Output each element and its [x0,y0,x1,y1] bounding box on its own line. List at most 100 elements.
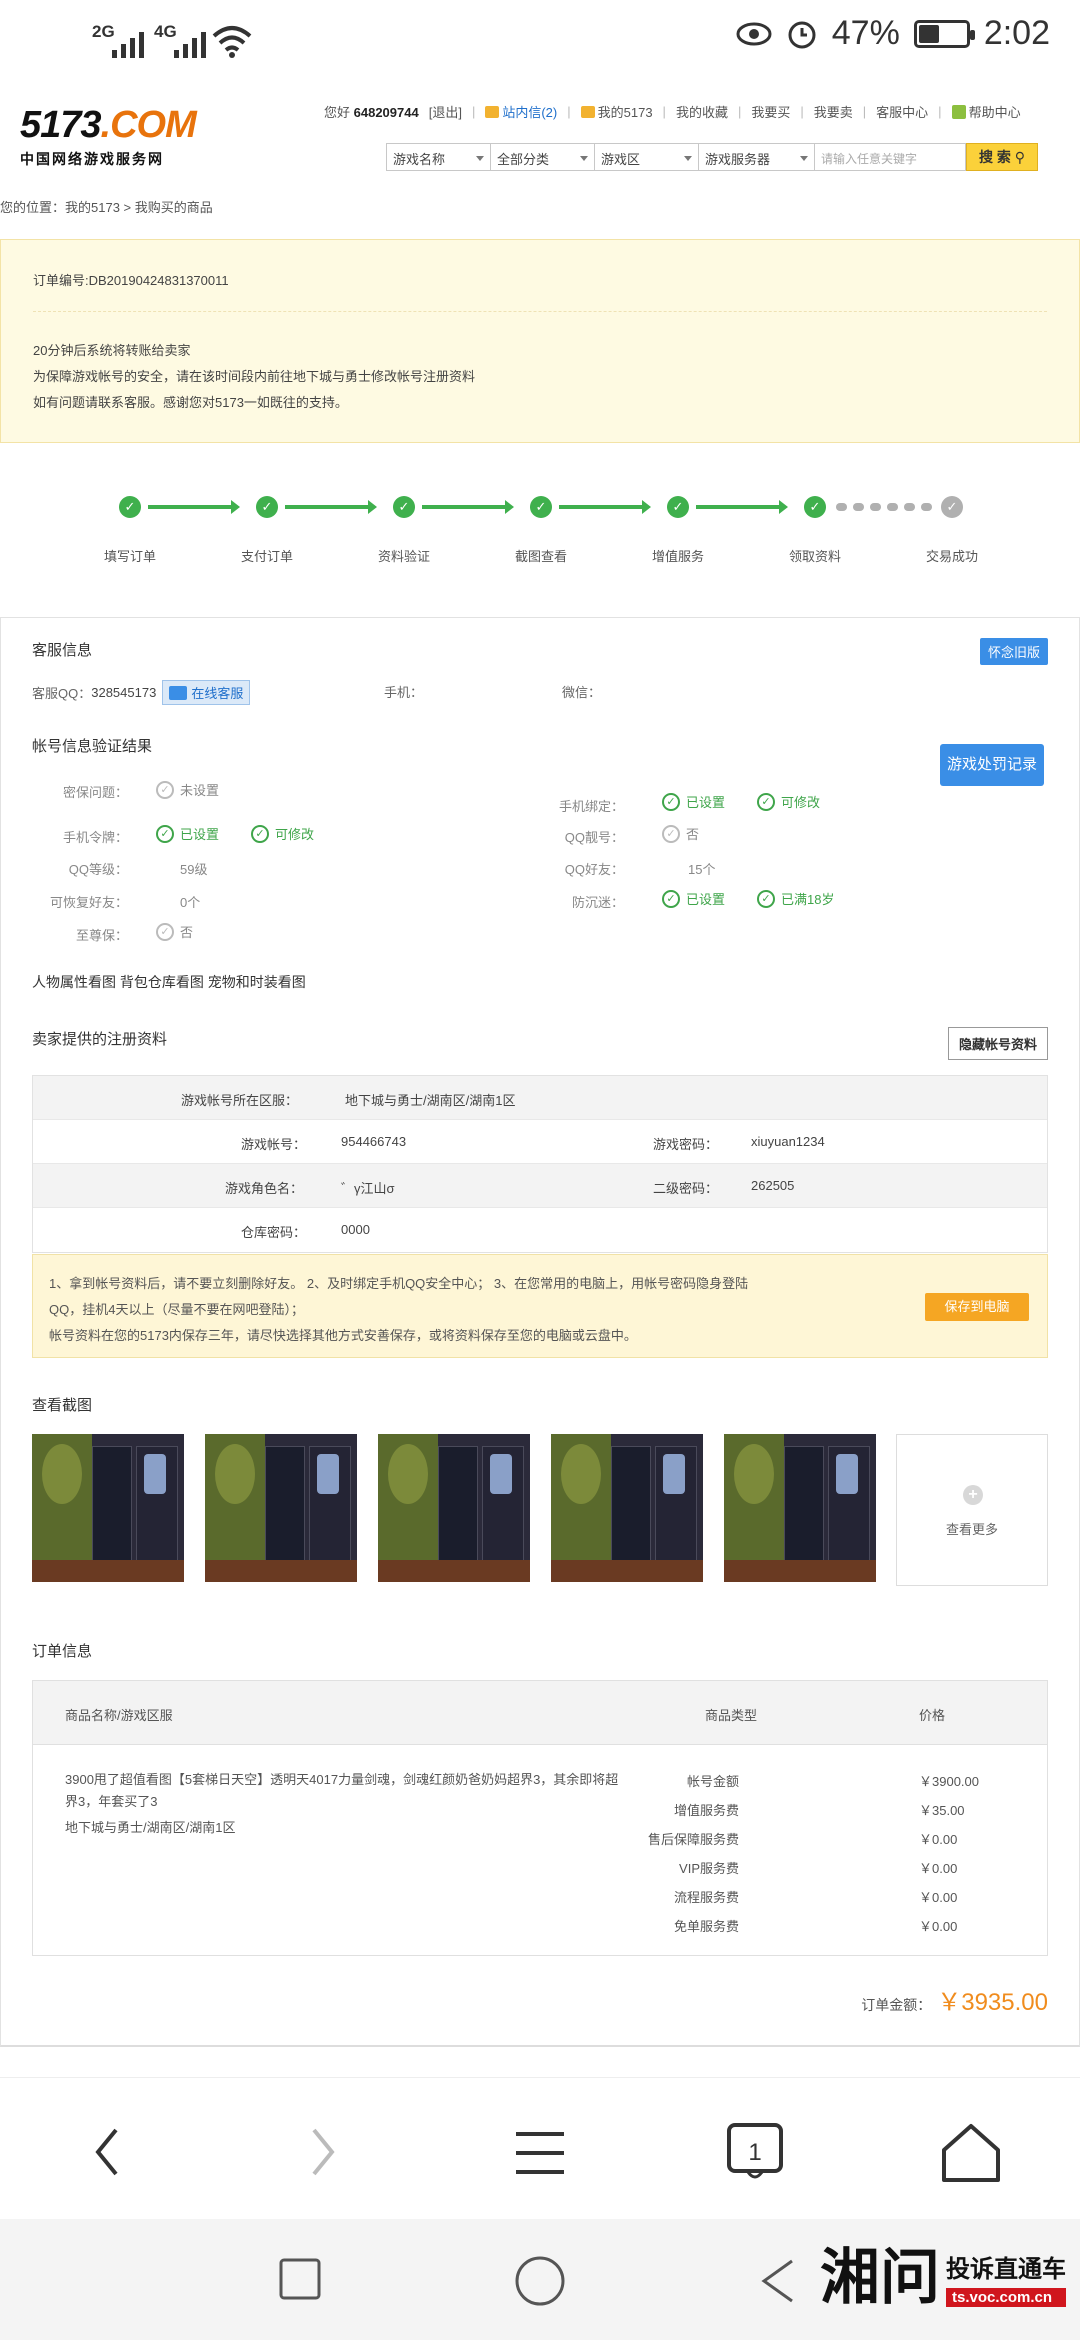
check-icon: ✓ [119,496,141,518]
step-label: 增值服务 [651,549,704,564]
view-links[interactable]: 人物属性看图 背包仓库看图 宠物和时装看图 [32,972,306,992]
check-icon: ✓ [941,496,963,518]
fee-label: 增值服务费 [673,1803,739,1818]
order-notice: 订单编号:DB20190424831370011 20分钟后系统将转账给卖家 为… [0,239,1080,443]
view-more-button[interactable]: + 查看更多 [896,1434,1048,1586]
home-circle-icon[interactable] [514,2255,566,2307]
mail-icon [485,106,500,118]
notice-line-3: 如有问题请联系客服。感谢您对5173一如既往的支持。 [33,395,348,410]
registration-table: 游戏帐号所在区服： 地下城与勇士/湖南区/湖南1区 游戏帐号： 95446674… [32,1075,1048,1253]
fee-label: 免单服务费 [673,1919,739,1934]
step-label: 领取资料 [788,549,841,564]
check-icon: ✓ [256,496,278,518]
fee-label: 售后保障服务费 [647,1832,739,1847]
home-icon[interactable] [940,2122,1002,2184]
server-select[interactable]: 游戏服务器 [698,143,814,171]
favorites-link[interactable]: 我的收藏 [676,102,728,121]
qq-level-label: QQ等级： [68,862,128,877]
step-label: 支付订单 [240,549,293,564]
category-select[interactable]: 全部分类 [490,143,594,171]
top-nav: 您好 648209744 [退出] | 站内信(2) | 我的5173 | 我的… [324,102,1021,121]
hide-account-button[interactable]: 隐藏帐号资料 [948,1027,1049,1060]
online-service-button[interactable]: 在线客服 [162,680,251,705]
alarm-icon [788,21,816,48]
qq-prettyno-value: ✓ 否 [662,824,699,843]
screenshot-thumbnail[interactable] [724,1434,876,1582]
save-to-pc-button[interactable]: 保存到电脑 [925,1293,1029,1321]
fee-price: ￥0.00 [919,1890,958,1905]
phone-bind-value: ✓ 已设置 ✓ 可修改 [662,792,820,811]
check-icon: ✓ [156,780,174,799]
my5173-link[interactable]: 我的5173 [580,102,653,121]
check-icon: ✓ [757,792,776,811]
fee-price: ￥0.00 [919,1861,958,1876]
token-value: ✓ 已设置 ✓ 可修改 [156,824,314,843]
check-icon: ✓ [757,889,776,908]
fee-price: ￥3900.00 [919,1774,979,1789]
order-table: 商品名称/游戏区服 商品类型 价格 3900甩了超值看图【5套梯日天空】透明天4… [32,1680,1048,1956]
game-select[interactable]: 游戏名称 [386,143,490,171]
search-input[interactable]: 请输入任意关键字 [814,143,966,171]
sell-link[interactable]: 我要卖 [814,102,853,121]
mail-link[interactable]: 站内信(2) [485,102,557,121]
notice-line-1: 20分钟后系统将转账给卖家 [33,343,191,358]
eye-icon [736,22,772,45]
product-desc: 3900甩了超值看图【5套梯日天空】透明天4017力量剑魂，剑魂红颜奶爸奶妈超界… [65,1772,619,1787]
check-icon: ✓ [667,496,689,518]
logout-link[interactable]: [退出] [429,102,462,121]
fee-price: ￥0.00 [919,1919,958,1934]
check-icon: ✓ [156,824,174,843]
screenshot-thumbnail[interactable] [205,1434,357,1582]
signal-icon [174,26,206,58]
wifi-icon [212,26,252,58]
check-icon: ✓ [530,496,552,518]
back-icon[interactable] [92,2126,122,2178]
notice-line-2: 为保障游戏帐号的安全，请在该时间段内前往地下城与勇士修改帐号注册资料 [33,369,476,384]
nav-back-icon[interactable] [758,2255,798,2307]
fee-price: ￥0.00 [919,1832,958,1847]
buy-link[interactable]: 我要买 [751,102,790,121]
screenshot-thumbnail[interactable] [378,1434,530,1582]
step-label: 截图查看 [514,549,567,564]
view-more-label: 查看更多 [945,1522,998,1537]
logo[interactable]: 5173.COM 中国网络游戏服务网 [20,104,200,184]
service-link[interactable]: 客服中心 [876,102,928,121]
step-label: 交易成功 [925,549,978,564]
penalty-record-button[interactable]: 游戏处罚记录 [940,744,1044,786]
browser-toolbar: 1 [0,2077,1080,2219]
table-row: 游戏角色名： ゛γ江山σ 二级密码： 262505 [33,1164,1047,1208]
step-label: 资料验证 [377,549,430,564]
recents-icon[interactable] [278,2257,322,2301]
qq-friends-value: 15个 [688,862,716,877]
tabs-icon[interactable]: 1 [726,2122,784,2184]
forward-icon[interactable] [308,2126,338,2178]
watermark: 湘问 投诉直通车 ts.voc.com.cn [820,2248,1066,2308]
watermark-logo: 湘问 [820,2243,940,2313]
watermark-url: ts.voc.com.cn [946,2288,1066,2307]
anti-addiction-value: ✓ 已设置 ✓ 已满18岁 [662,889,834,908]
pwd-question-value: ✓ 未设置 [156,780,219,799]
product-desc-2: 界3，年套买了3 [65,1794,158,1809]
search-bar: 游戏名称 全部分类 游戏区 游戏服务器 请输入任意关键字 搜 索 ⚲ [386,143,1038,171]
search-button[interactable]: 搜 索 ⚲ [966,143,1038,171]
product-server: 地下城与勇士/湖南区/湖南1区 [65,1820,236,1835]
screenshot-thumbnail[interactable] [32,1434,184,1582]
pwd-question-label: 密保问题： [62,785,128,800]
help-link[interactable]: 帮助中心 [951,102,1021,121]
reg-title: 卖家提供的注册资料 [32,1031,168,1048]
check-icon: ✓ [251,824,270,843]
table-row: 游戏帐号： 954466743 游戏密码： xiuyuan1234 [33,1120,1047,1164]
screenshot-thumbnail[interactable] [551,1434,703,1582]
screens-title: 查看截图 [32,1397,93,1414]
order-number: 订单编号:DB20190424831370011 [33,273,229,288]
table-header: 商品名称/游戏区服 商品类型 价格 [33,1681,1047,1745]
order-total: 订单金额： ￥3935.00 [861,1989,1048,2016]
zone-select[interactable]: 游戏区 [594,143,698,171]
check-icon: ✓ [393,496,415,518]
check-icon: ✓ [662,824,680,843]
breadcrumb: 您的位置：我的5173 > 我购买的商品 [0,200,213,215]
old-version-button[interactable]: 怀念旧版 [979,638,1048,665]
menu-icon[interactable] [514,2130,566,2176]
order-title: 订单信息 [32,1643,93,1660]
check-icon: ✓ [662,889,680,908]
